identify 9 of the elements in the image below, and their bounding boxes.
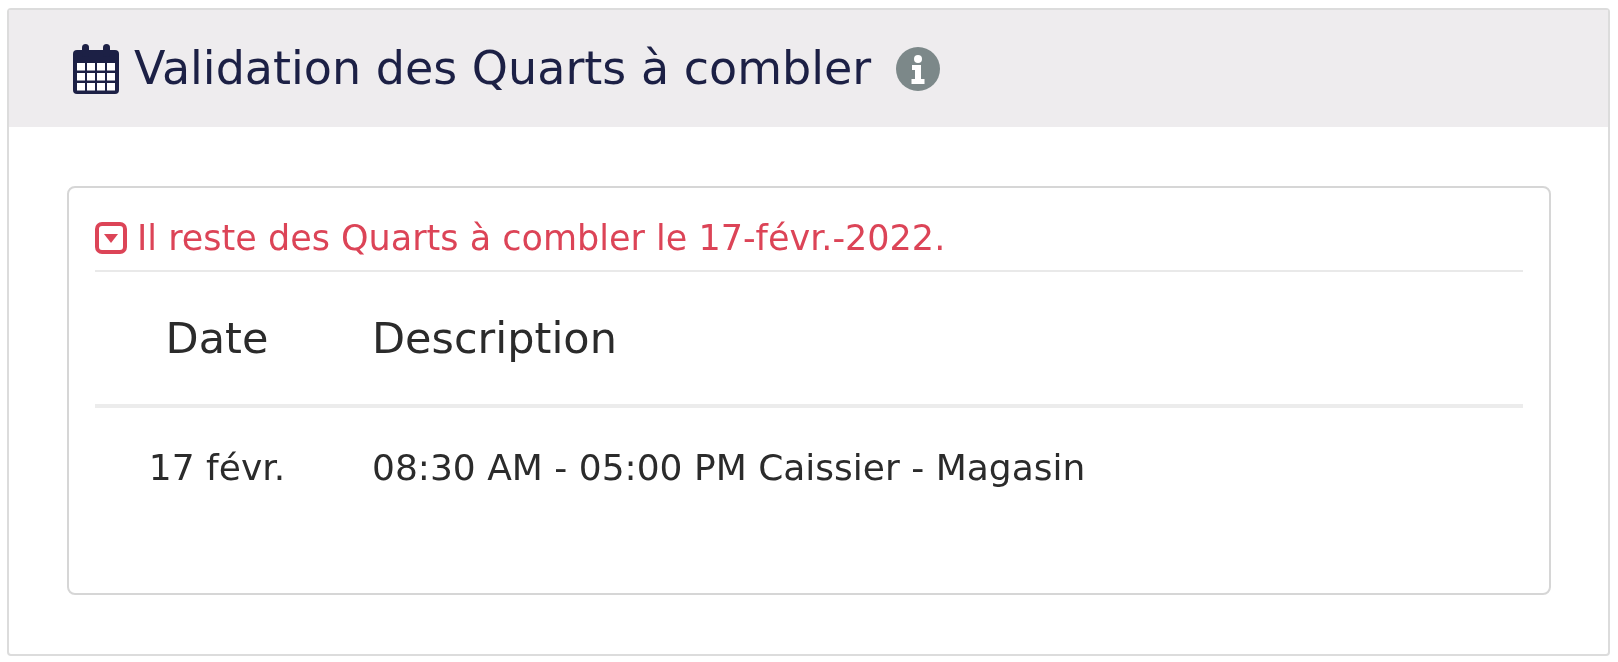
caret-square-icon[interactable] — [95, 222, 127, 254]
column-header: Date — [95, 272, 339, 406]
info-icon[interactable] — [896, 46, 941, 91]
table-cell: 17 févr. — [95, 406, 339, 526]
panel-title: Validation des Quarts à combler — [134, 43, 872, 94]
table-cell: 08:30 AM - 05:00 PM Caissier - Magasin — [339, 406, 1523, 526]
calendar-icon — [72, 43, 120, 94]
column-header: Description — [339, 272, 1523, 406]
alert-message: Il reste des Quarts à combler le 17-févr.-2022. — [137, 218, 946, 258]
